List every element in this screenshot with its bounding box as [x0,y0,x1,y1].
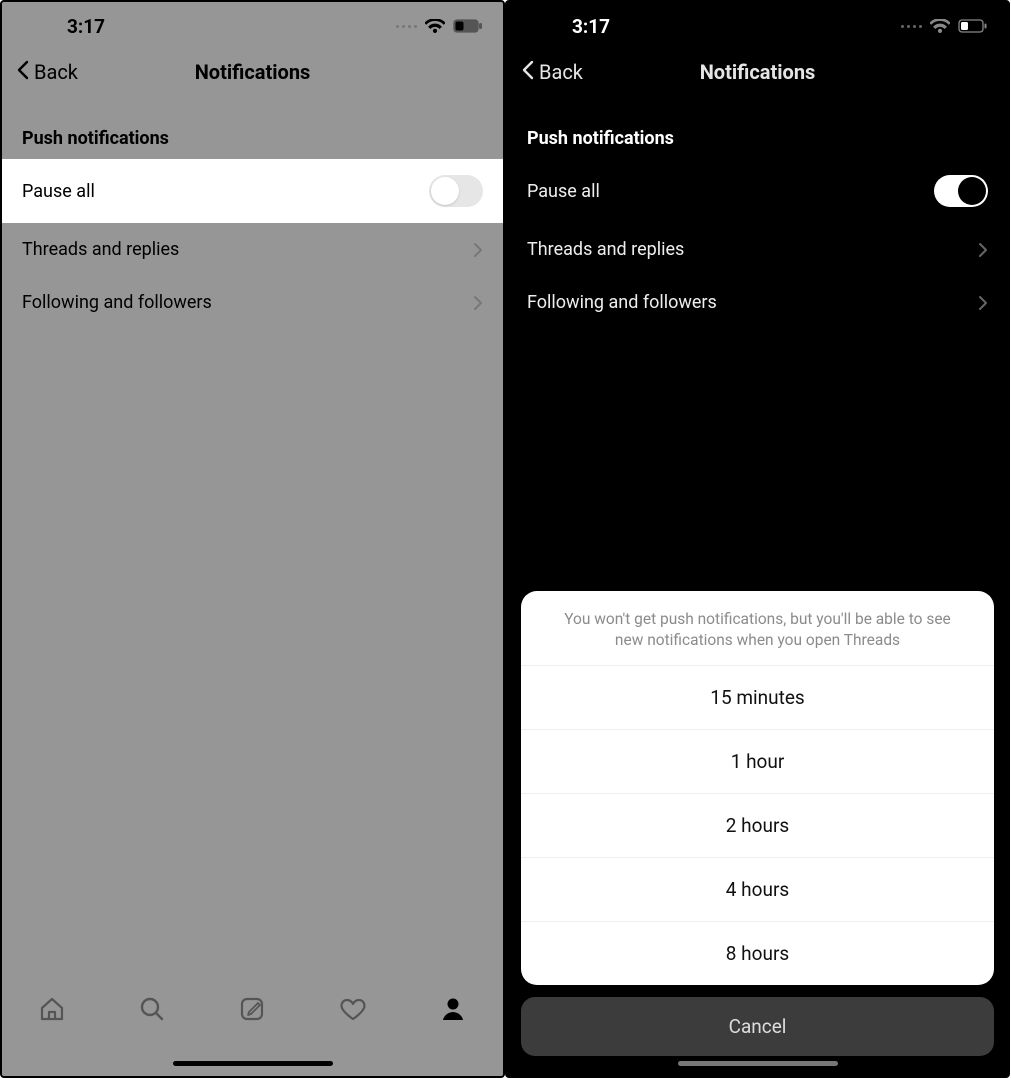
left-phone: 3:17 Back Notifications Push notificatio… [0,0,505,1078]
chevron-right-icon [473,295,483,311]
status-bar: 3:17 [507,2,1008,50]
status-time: 3:17 [22,15,105,38]
action-sheet-message: You won't get push notifications, but yo… [521,591,994,666]
pause-all-label: Pause all [527,181,600,202]
nav-bar: Back Notifications [507,50,1008,94]
tab-activity[interactable] [338,994,368,1024]
status-bar: 3:17 [2,2,503,50]
option-4-hours[interactable]: 4 hours [521,858,994,922]
following-followers-row[interactable]: Following and followers [2,276,503,329]
back-button[interactable]: Back [521,60,583,85]
back-label: Back [34,60,78,84]
tab-compose[interactable] [237,994,267,1024]
threads-replies-row[interactable]: Threads and replies [507,223,1008,276]
pause-all-toggle[interactable] [429,175,483,207]
following-followers-label: Following and followers [22,292,212,313]
chevron-right-icon [473,242,483,258]
tab-profile[interactable] [438,994,468,1024]
chevron-left-icon [16,60,30,85]
chevron-right-icon [978,242,988,258]
following-followers-row[interactable]: Following and followers [507,276,1008,329]
home-indicator [173,1061,333,1066]
chevron-right-icon [978,295,988,311]
status-icons [901,19,988,33]
pause-all-toggle[interactable] [934,175,988,207]
cellular-dots-icon [396,25,417,28]
nav-bar: Back Notifications [2,50,503,94]
option-15-minutes[interactable]: 15 minutes [521,666,994,730]
cellular-dots-icon [901,25,922,28]
option-2-hours[interactable]: 2 hours [521,794,994,858]
cancel-button[interactable]: Cancel [521,997,994,1056]
battery-icon [453,19,483,33]
option-8-hours[interactable]: 8 hours [521,922,994,985]
pause-all-label: Pause all [22,181,95,202]
wifi-icon [930,19,950,33]
back-button[interactable]: Back [16,60,78,85]
right-phone: 3:17 Back Notifications Push notificatio… [505,0,1010,1078]
threads-replies-row[interactable]: Threads and replies [2,223,503,276]
home-indicator [678,1061,838,1066]
option-1-hour[interactable]: 1 hour [521,730,994,794]
wifi-icon [425,19,445,33]
threads-replies-label: Threads and replies [22,239,179,260]
push-notifications-header: Push notifications [2,94,503,159]
tab-home[interactable] [37,994,67,1024]
pause-all-row[interactable]: Pause all [507,159,1008,223]
status-time: 3:17 [527,15,610,38]
chevron-left-icon [521,60,535,85]
pause-all-row[interactable]: Pause all [0,159,505,223]
back-label: Back [539,60,583,84]
push-notifications-header: Push notifications [507,94,1008,159]
action-sheet: You won't get push notifications, but yo… [521,591,994,1056]
following-followers-label: Following and followers [527,292,717,313]
threads-replies-label: Threads and replies [527,239,684,260]
tab-search[interactable] [137,994,167,1024]
status-icons [396,19,483,33]
battery-icon [958,19,988,33]
